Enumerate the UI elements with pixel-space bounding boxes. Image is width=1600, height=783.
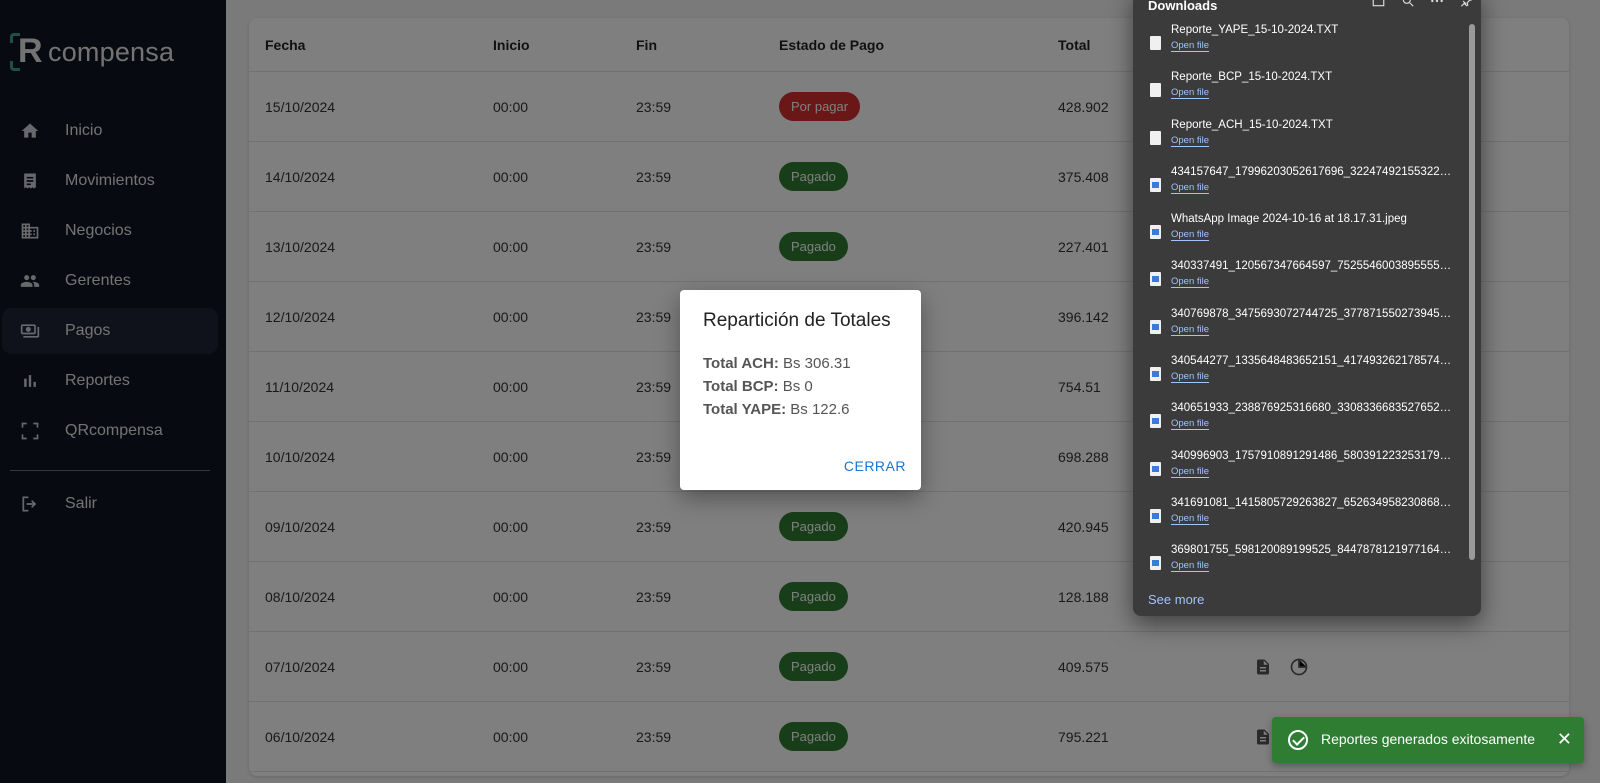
download-item[interactable]: Reporte_ACH_15-10-2024.TXT Open file <box>1133 116 1469 163</box>
download-item[interactable]: 340996903_1757910891291486_5803912232531… <box>1133 447 1469 494</box>
download-item[interactable]: 340544277_1335648483652151_4174932621785… <box>1133 352 1469 399</box>
download-item[interactable]: 340651933_238876925316680_33083366835276… <box>1133 399 1469 446</box>
close-dialog-button[interactable]: CERRAR <box>844 458 906 474</box>
download-item[interactable]: WhatsApp Image 2024-10-16 at 18.17.31.jp… <box>1133 210 1469 257</box>
download-filename: WhatsApp Image 2024-10-16 at 18.17.31.jp… <box>1171 213 1407 226</box>
open-file-link[interactable]: Open file <box>1171 371 1210 384</box>
download-filename: 340996903_1757910891291486_5803912232531… <box>1171 449 1456 462</box>
total-yape-value: Bs 122.6 <box>790 401 850 418</box>
image-file-icon <box>1150 556 1161 571</box>
open-file-link[interactable]: Open file <box>1171 87 1210 100</box>
dialog-title: Repartición de Totales <box>703 310 891 331</box>
see-more-link[interactable]: See more <box>1148 592 1204 607</box>
total-bcp-label: Total BCP: <box>703 378 779 395</box>
total-ach-label: Total ACH: <box>703 355 779 372</box>
total-ach-line: Total ACH: Bs 306.31 <box>703 352 851 375</box>
text-file-icon <box>1150 83 1161 98</box>
download-item[interactable]: 434157647_1799620305261769​6_32247492155… <box>1133 163 1469 210</box>
text-file-icon <box>1150 130 1161 145</box>
toast-message: Reportes generados exitosamente <box>1321 731 1536 747</box>
image-file-icon <box>1150 225 1161 240</box>
open-folder-icon[interactable] <box>1371 0 1386 11</box>
download-filename: 340544277_1335648483652151_4174932621785… <box>1171 355 1456 368</box>
download-filename: Reporte_YAPE_15-10-2024.TXT <box>1171 24 1339 36</box>
open-file-link[interactable]: Open file <box>1171 135 1210 147</box>
image-file-icon <box>1150 508 1161 523</box>
open-file-link[interactable]: Open file <box>1171 418 1210 431</box>
download-item[interactable]: 369801755_598120089199525_84478781219771… <box>1133 541 1469 588</box>
open-file-link[interactable]: Open file <box>1171 40 1210 52</box>
dialog-body: Total ACH: Bs 306.31 Total BCP: Bs 0 Tot… <box>703 352 851 421</box>
download-item[interactable]: 340337491_120567347664597_75255460038955… <box>1133 257 1469 304</box>
open-file-link[interactable]: Open file <box>1171 276 1210 289</box>
open-file-link[interactable]: Open file <box>1171 324 1210 336</box>
totals-dialog: Repartición de Totales Total ACH: Bs 306… <box>680 290 921 490</box>
total-yape-line: Total YAPE: Bs 122.6 <box>703 398 851 421</box>
download-filename: Reporte_ACH_15-10-2024.TXT <box>1171 118 1333 131</box>
download-filename: 340337491_120567347664597_75255460038955… <box>1171 260 1456 273</box>
image-file-icon <box>1150 367 1161 382</box>
open-file-link[interactable]: Open file <box>1171 229 1210 242</box>
download-item[interactable]: Reporte_BCP_15-10-2024.TXT Open file <box>1133 68 1469 115</box>
download-filename: Reporte_BCP_15-10-2024.TXT <box>1171 71 1333 84</box>
search-icon[interactable] <box>1401 0 1415 11</box>
open-file-link[interactable]: Open file <box>1171 513 1210 525</box>
image-file-icon <box>1150 461 1161 476</box>
downloads-panel: Downloads Reporte_YAPE_15-10-2024.TXT Ope… <box>1133 0 1481 616</box>
downloads-list: Reporte_YAPE_15-10-2024.TXT Open file Repo… <box>1133 21 1469 589</box>
download-filename: 434157647_1799620305261769​6_32247492155… <box>1171 165 1456 178</box>
open-file-link[interactable]: Open file <box>1171 560 1210 573</box>
success-toast: Reportes generados exitosamente ✕ <box>1272 717 1584 763</box>
downloads-scrollbar[interactable] <box>1469 24 1475 560</box>
total-ach-value: Bs 306.31 <box>783 355 851 372</box>
total-bcp-value: Bs 0 <box>782 378 813 395</box>
more-options-icon[interactable] <box>1430 0 1444 11</box>
open-file-link[interactable]: Open file <box>1171 466 1210 478</box>
pin-icon[interactable] <box>1459 0 1473 11</box>
text-file-icon <box>1150 36 1161 50</box>
download-filename: 341691081_1415805729263827_6526349582308… <box>1171 496 1456 509</box>
total-yape-label: Total YAPE: <box>703 401 787 418</box>
open-file-link[interactable]: Open file <box>1171 182 1210 194</box>
total-bcp-line: Total BCP: Bs 0 <box>703 375 851 398</box>
download-filename: 340769878_3475693072744725_3778715502739… <box>1171 307 1456 320</box>
download-filename: 369801755_598120089199525_84478781219771… <box>1171 544 1456 557</box>
download-item[interactable]: 340769878_3475693072744725_3778715502739… <box>1133 305 1469 352</box>
close-icon[interactable]: ✕ <box>1557 729 1572 750</box>
download-filename: 340651933_238876925316680_33083366835276… <box>1171 402 1456 415</box>
image-file-icon <box>1150 319 1161 334</box>
downloads-title: Downloads <box>1148 0 1218 13</box>
image-file-icon <box>1150 177 1161 192</box>
image-file-icon <box>1150 272 1161 287</box>
image-file-icon <box>1150 414 1161 429</box>
check-circle-icon <box>1288 730 1308 750</box>
downloads-header: Downloads <box>1148 0 1473 16</box>
download-item[interactable]: 341691081_1415805729263827_6526349582308… <box>1133 494 1469 541</box>
download-item[interactable]: Reporte_YAPE_15-10-2024.TXT Open file <box>1133 21 1469 68</box>
